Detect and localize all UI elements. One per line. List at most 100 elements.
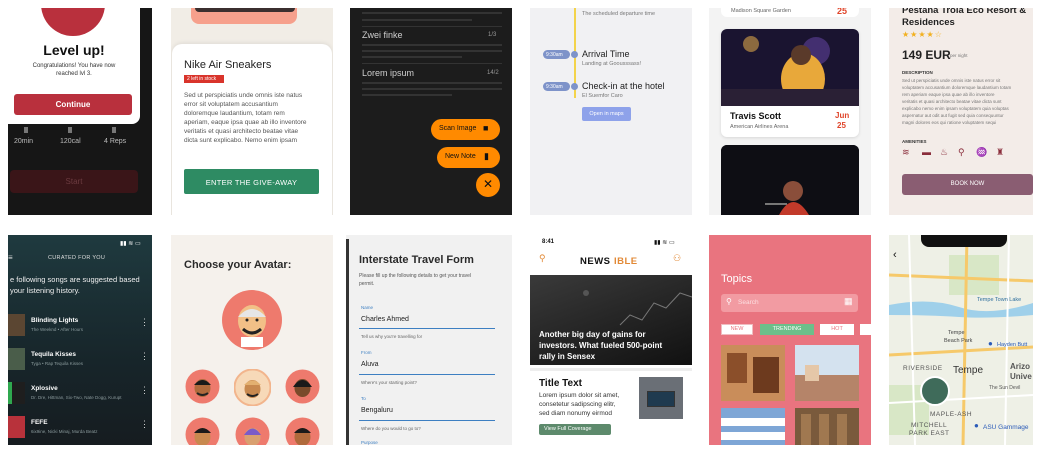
sneaker-image-shadow xyxy=(195,8,295,12)
map-label: Hayden Butt xyxy=(997,342,1028,348)
article-body: sed diam nonumy eirmod xyxy=(539,410,612,417)
article-body: consetetur sadipscing elitr, xyxy=(539,401,616,408)
grid-view-icon[interactable]: ▦ xyxy=(844,296,853,307)
map-label: MAPLE-ASH xyxy=(930,411,973,418)
map-label: Beach Park xyxy=(944,338,973,344)
view-full-coverage-label: View Full Coverage xyxy=(544,426,592,432)
name-field[interactable]: Charles Ahmed xyxy=(361,316,409,323)
level-up-message-2: reached lvl 3. xyxy=(56,71,92,77)
map-label: The Sun Devil xyxy=(989,385,1021,391)
map-notch xyxy=(921,235,1007,247)
bar-icon: ♜ xyxy=(996,147,1005,157)
song-row[interactable]: Xplosive Dr. Dre, Hittman, Six-Two, Nate… xyxy=(8,382,152,406)
tab-trending-label: TRENDING xyxy=(772,326,802,332)
song-row[interactable]: FEFE 6ix9ine, Nicki Minaj, Murda Beatz ⋮ xyxy=(8,416,152,440)
stock-badge-label: 2 left in stock xyxy=(187,76,217,82)
note-line xyxy=(362,88,502,90)
map-label: ASU Gammage xyxy=(983,424,1029,431)
search-icon: ⚲ xyxy=(726,297,732,306)
stat-icon-row xyxy=(16,127,146,133)
itinerary-title: Check-in at the hotel xyxy=(582,81,665,91)
hotel-rating: ★★★★☆ xyxy=(902,30,943,39)
news-brand-a: NEWS xyxy=(580,256,611,267)
location-icon: ⚲ xyxy=(958,147,965,157)
time-pill-label: 9:30am xyxy=(546,52,563,58)
topic-image[interactable] xyxy=(795,408,859,445)
more-options-icon[interactable]: ⋮ xyxy=(140,317,149,328)
note-line xyxy=(362,56,462,58)
level-up-message: Congratulations! You have now xyxy=(32,63,116,69)
hotel-title: Pestana Troia Eco Resort & xyxy=(902,8,1027,16)
pool-icon: ♒ xyxy=(976,147,988,157)
note-line xyxy=(362,12,502,14)
back-arrow-icon[interactable]: ‹ xyxy=(893,249,897,261)
form-accent-bar xyxy=(346,239,349,445)
song-title: Tequila Kisses xyxy=(31,351,77,358)
note-row-count: 1/3 xyxy=(488,32,497,38)
stat-calories: 120cal xyxy=(60,138,81,145)
hotel-desc-heading: DESCRIPTION xyxy=(902,70,933,75)
song-cover xyxy=(8,348,25,370)
hotel-desc-line: rem aperiam eaque ipsa quae ab illo inve… xyxy=(902,92,995,97)
sneaker-title: Nike Air Sneakers xyxy=(184,59,272,71)
map-label: MITCHELL xyxy=(911,422,948,429)
map-label: RIVERSIDE xyxy=(903,365,943,372)
restaurant-icon: ♨ xyxy=(940,147,949,157)
search-placeholder: Search xyxy=(738,299,759,306)
song-cover xyxy=(8,314,25,336)
card-news: 8:41 ▮▮ ≋ ▭ ⚲ NEWS IBLE ⚇ Another big da… xyxy=(530,235,692,445)
level-up-title: Level up! xyxy=(43,42,105,58)
music-intro: e following songs are suggested based xyxy=(10,275,140,284)
song-artist: Dr. Dre, Hittman, Six-Two, Nate Dogg, Ku… xyxy=(31,395,122,400)
profile-icon[interactable]: ⚇ xyxy=(673,253,681,264)
more-options-icon[interactable]: ⋮ xyxy=(140,385,149,396)
topic-image[interactable] xyxy=(795,345,859,401)
search-icon[interactable]: ⚲ xyxy=(539,253,546,264)
song-row[interactable]: Blinding Lights The Weeknd • After Hours… xyxy=(8,314,152,338)
avatar-option[interactable] xyxy=(185,417,220,445)
to-field[interactable]: Bengaluru xyxy=(361,407,393,414)
ticket-card: Travis Scott American Airlines Arena Jun… xyxy=(721,29,859,137)
artist-name: Travis Scott xyxy=(730,111,782,121)
avatar-option[interactable] xyxy=(185,369,220,404)
note-line xyxy=(362,44,502,46)
topic-image[interactable] xyxy=(721,345,785,401)
menu-icon[interactable]: ≡ xyxy=(8,253,13,262)
selected-avatar[interactable] xyxy=(221,289,283,351)
itinerary-sub: Landing at Goousssass! xyxy=(582,61,642,67)
note-divider xyxy=(362,63,502,64)
card-avatar: Choose your Avatar: xyxy=(171,235,333,445)
avatar-option[interactable] xyxy=(235,417,270,445)
news-brand-b: IBLE xyxy=(614,256,638,267)
song-title: Blinding Lights xyxy=(31,317,79,324)
avatar-option[interactable] xyxy=(285,417,320,445)
hotel-desc-line: magni dolores eos qui ratione voluptatem… xyxy=(902,120,997,125)
sneaker-desc-line: veritatis et quasi architecto beatae vit… xyxy=(184,128,299,135)
note-line xyxy=(362,19,472,21)
sneaker-desc-line: Sed ut perspiciatis unde omnis iste natu… xyxy=(184,92,303,99)
scan-image-label: Scan Image xyxy=(439,125,477,132)
card-hotel: Pestana Troia Eco Resort & Residences ★★… xyxy=(889,8,1033,215)
card-itinerary: The scheduled departure time 9:30am Arri… xyxy=(530,8,692,215)
screenshot-gallery: Level up! Congratulations! You have now … xyxy=(0,0,1042,457)
amenities-row: ≋ ▬ ♨ ⚲ ♒ ♜ xyxy=(902,147,1022,157)
field-hint: Where do you would to go to? xyxy=(361,426,421,431)
card-concert: Madison Square Garden 25 Travis Scott Am… xyxy=(709,8,871,215)
avatar-option[interactable] xyxy=(285,369,320,404)
song-row[interactable]: Tequila Kisses Tyga • Rap Tequila Kisses… xyxy=(8,348,152,372)
note-row-count: 14/2 xyxy=(487,70,499,76)
ticket-month: Jun xyxy=(835,111,850,120)
more-options-icon[interactable]: ⋮ xyxy=(140,419,149,430)
form-intro-2: permit. xyxy=(359,281,375,287)
avatar-option[interactable] xyxy=(234,369,271,406)
news-hero[interactable]: Another big day of gains for investors. … xyxy=(530,275,692,365)
more-options-icon[interactable]: ⋮ xyxy=(140,351,149,362)
from-field[interactable]: Aluva xyxy=(361,361,379,368)
tab-overflow[interactable] xyxy=(860,324,871,335)
timeline-dot xyxy=(571,83,578,90)
song-artist: The Weeknd • After Hours xyxy=(31,327,84,332)
map-label: Unive xyxy=(1010,372,1032,381)
topic-image[interactable] xyxy=(721,408,785,445)
map-label: Tempe xyxy=(948,330,965,336)
hero-headline: Another big day of gains for xyxy=(539,330,646,339)
